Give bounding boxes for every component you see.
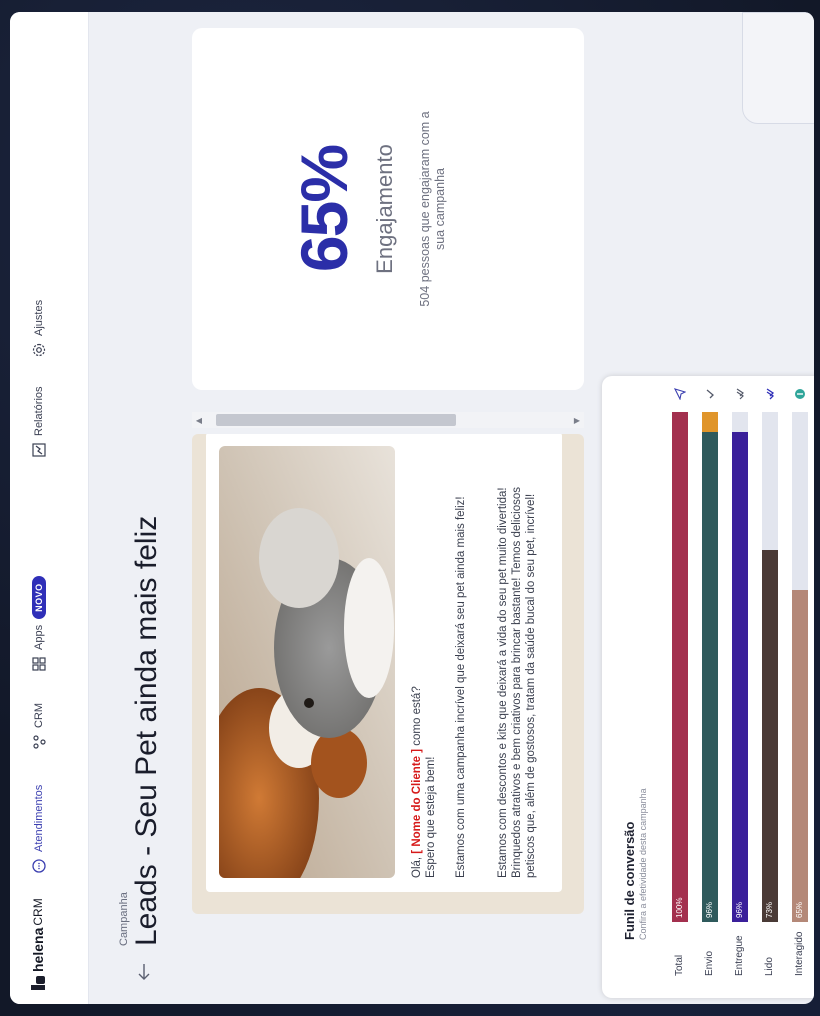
- new-badge: NOVO: [32, 576, 46, 619]
- funnel-bar[interactable]: [672, 412, 688, 922]
- nav-item-atendimentos[interactable]: Atendimentos: [31, 785, 47, 874]
- funnel-bar[interactable]: [762, 549, 778, 922]
- funnel-title: Funil de conversão: [622, 821, 637, 940]
- logo-icon: [31, 976, 45, 990]
- send-icon: [674, 388, 686, 400]
- conversion-funnel-card: Funil de conversão Confira a efetividade…: [602, 376, 814, 998]
- interaction-icon: [794, 388, 806, 400]
- engagement-description-text: 504 pessoas que engajaram com a sua camp…: [418, 111, 447, 307]
- decorative-panel: [742, 12, 814, 124]
- nav-label-ajustes: Ajustes: [33, 299, 45, 336]
- grid-icon: [31, 656, 47, 672]
- nav-item-apps[interactable]: Apps NOVO: [31, 576, 47, 672]
- funnel-percent-label: 96%: [735, 901, 744, 918]
- message-paragraph-3: Estamos com descontos e kits que deixará…: [497, 487, 537, 878]
- preview-scrollbar-thumb[interactable]: [216, 414, 456, 426]
- funnel-bar[interactable]: [792, 590, 808, 922]
- crm-nodes-icon: [31, 734, 47, 750]
- scroll-down-icon[interactable]: ▼: [572, 418, 581, 424]
- nav-item-ajustes[interactable]: Ajustes: [31, 300, 47, 358]
- funnel-stage-label: Envio: [704, 950, 715, 976]
- app-stage: helena CRM Atendimentos CRM Apps NOVO Re…: [0, 0, 820, 1016]
- nav-item-relatorios[interactable]: Relatórios: [31, 386, 47, 458]
- funnel-stage-label: Interagido: [794, 931, 805, 976]
- funnel-bar[interactable]: [702, 432, 718, 922]
- gear-icon: [31, 342, 47, 358]
- nav-label-crm: CRM: [33, 702, 45, 728]
- funnel-bar-failed: [702, 412, 718, 433]
- dog-and-cat-photo: [219, 446, 395, 878]
- message-preview: Olá, [ Nome do Cliente ] como está? Espe…: [192, 434, 584, 914]
- funnel-percent-label: 73%: [765, 901, 774, 918]
- campaign-label: Campanha: [118, 892, 130, 946]
- funnel-bar[interactable]: [732, 432, 748, 922]
- nav-label-apps: Apps: [33, 624, 45, 650]
- report-icon: [31, 442, 47, 458]
- engagement-card: 65% Engajamento 504 pessoas que engajara…: [192, 28, 584, 390]
- engagement-description: 504 pessoas que engajaram com a sua camp…: [418, 28, 448, 390]
- brand-name: helena: [30, 927, 46, 972]
- funnel-stage-label: Total: [674, 954, 685, 976]
- nav-label-relatorios: Relatórios: [33, 386, 45, 436]
- message-paragraph-2: Estamos com uma campanha incrível que de…: [455, 496, 467, 878]
- scroll-up-icon[interactable]: ▲: [194, 418, 203, 424]
- page-title: Leads - Seu Pet ainda mais feliz: [130, 515, 163, 946]
- funnel-percent-label: 96%: [705, 901, 714, 918]
- greeting-line2: Espero que esteja bem!: [425, 756, 437, 878]
- funnel-subtitle: Confira a efetividade desta campanha: [638, 788, 648, 940]
- engagement-label: Engajamento: [372, 144, 397, 274]
- brand-logo[interactable]: helena CRM: [30, 898, 46, 990]
- nav-label-atendimentos: Atendimentos: [33, 784, 45, 852]
- double-check-icon: [734, 388, 746, 400]
- funnel-stage-label: Lido: [764, 957, 775, 976]
- engagement-percent: 65%: [287, 145, 361, 273]
- check-icon: [704, 388, 716, 400]
- client-name-tag: [ Nome do Cliente ]: [411, 748, 423, 854]
- message-bubble: Olá, [ Nome do Cliente ] como está? Espe…: [206, 434, 562, 892]
- nav-item-crm[interactable]: CRM: [31, 703, 47, 750]
- funnel-percent-label: 100%: [675, 897, 684, 918]
- funnel-percent-label: 65%: [795, 901, 804, 918]
- brand-suffix: CRM: [31, 898, 45, 926]
- funnel-stage-label: Entregue: [734, 935, 745, 976]
- greeting-prefix: Olá,: [411, 853, 423, 878]
- app-window: helena CRM Atendimentos CRM Apps NOVO Re…: [10, 12, 814, 1004]
- greeting-suffix: como está?: [411, 686, 423, 749]
- message-greeting: Olá, [ Nome do Cliente ] como está? Espe…: [410, 442, 438, 878]
- chat-icon: [31, 858, 47, 874]
- read-check-icon: [764, 388, 776, 400]
- back-arrow-icon[interactable]: [136, 962, 155, 982]
- top-navbar: helena CRM Atendimentos CRM Apps NOVO Re…: [10, 12, 89, 1004]
